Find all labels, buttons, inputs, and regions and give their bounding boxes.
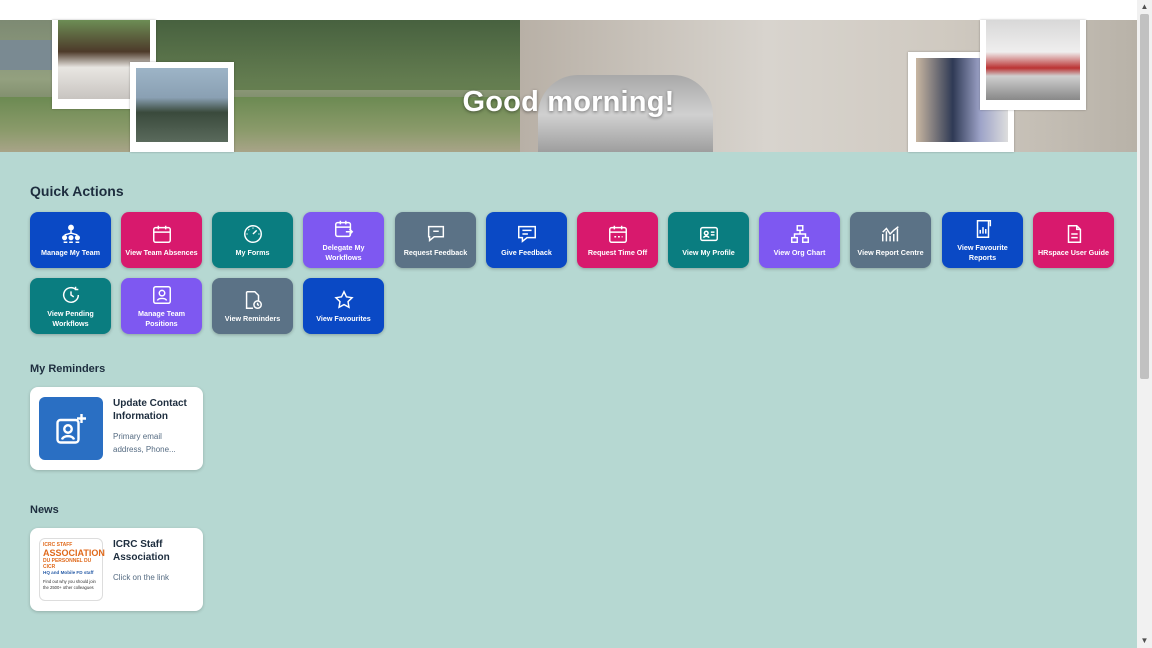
scroll-down-icon[interactable]: ▼	[1137, 634, 1152, 648]
favourite-report-icon	[976, 219, 991, 238]
photo-frame-ambulance	[980, 20, 1086, 110]
photo-frame-boat	[130, 62, 234, 152]
manage-team-positions-button[interactable]: Manage Team Positions	[121, 278, 202, 334]
news-title: News	[30, 504, 59, 516]
org-chart-icon	[790, 224, 809, 243]
view-team-absences-button[interactable]: View Team Absences	[121, 212, 202, 268]
request-time-off-button[interactable]: Request Time Off	[577, 212, 658, 268]
view-org-chart-button[interactable]: View Org Chart	[759, 212, 840, 268]
view-favourite-reports-button[interactable]: View Favourite Reports	[942, 212, 1023, 268]
vertical-scrollbar[interactable]: ▲ ▼	[1137, 0, 1152, 648]
browser-top-strip	[0, 0, 1137, 20]
hrspace-user-guide-button[interactable]: HRspace User Guide	[1033, 212, 1114, 268]
add-contact-icon	[39, 397, 103, 460]
my-forms-button[interactable]: My Forms	[212, 212, 293, 268]
calendar-icon	[152, 225, 171, 243]
reminder-subtitle: Primary email address, Phone...	[113, 432, 176, 454]
staff-association-logo: ICRC STAFF ASSOCIATION DU PERSONNEL DU C…	[39, 538, 105, 601]
reminder-card-update-contact[interactable]: Update Contact Information Primary email…	[30, 387, 203, 470]
calendar-timeoff-icon	[608, 225, 627, 243]
scroll-up-icon[interactable]: ▲	[1137, 0, 1152, 14]
star-icon	[333, 289, 354, 309]
news-card-title: ICRC Staff Association	[113, 539, 170, 563]
view-pending-workflows-button[interactable]: View Pending Workflows	[30, 278, 111, 334]
line-chart-icon	[881, 225, 899, 241]
position-icon	[152, 285, 171, 304]
calendar-delegate-icon	[334, 220, 353, 237]
gauge-icon	[243, 224, 262, 243]
view-report-centre-button[interactable]: View Report Centre	[850, 212, 931, 268]
view-my-profile-button[interactable]: View My Profile	[668, 212, 749, 268]
view-reminders-button[interactable]: View Reminders	[212, 278, 293, 334]
give-feedback-button[interactable]: Give Feedback	[486, 212, 567, 268]
news-card-staff-association[interactable]: ICRC STAFF ASSOCIATION DU PERSONNEL DU C…	[30, 528, 203, 611]
pending-workflow-icon	[62, 286, 79, 303]
quick-actions-title: Quick Actions	[30, 183, 124, 199]
news-card-subtitle: Click on the link	[113, 573, 170, 582]
reminder-title: Update Contact Information	[113, 398, 187, 422]
view-favourites-button[interactable]: View Favourites	[303, 278, 384, 334]
profile-card-icon	[699, 226, 718, 241]
team-icon	[61, 224, 80, 243]
reminder-icon	[245, 290, 262, 309]
feedback-request-icon	[427, 225, 444, 242]
manage-my-team-button[interactable]: Manage My Team	[30, 212, 111, 268]
request-feedback-button[interactable]: Request Feedback	[395, 212, 476, 268]
document-icon	[1067, 224, 1081, 243]
reminders-title: My Reminders	[30, 363, 106, 375]
feedback-give-icon	[517, 225, 536, 243]
delegate-my-workflows-button[interactable]: Delegate My Workflows	[303, 212, 384, 268]
scrollbar-thumb[interactable]	[1140, 14, 1149, 379]
